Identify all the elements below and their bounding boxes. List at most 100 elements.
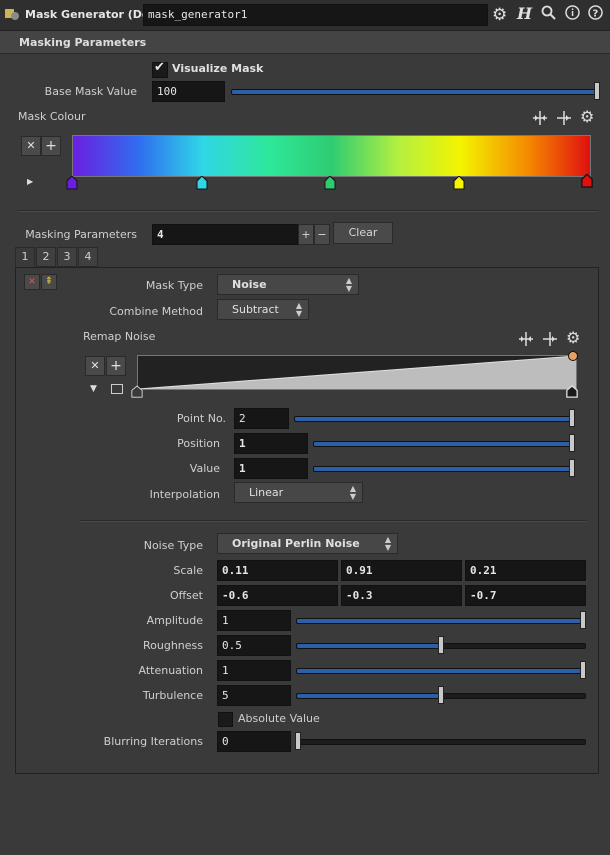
colour-key-marker[interactable] bbox=[453, 176, 465, 190]
frame-all-icon[interactable] bbox=[111, 384, 123, 394]
node-name-field[interactable]: mask_generator1 bbox=[143, 4, 488, 26]
add-key-icon[interactable] bbox=[532, 110, 548, 129]
masking-params-label: Masking Parameters bbox=[25, 228, 137, 241]
scale-z-field[interactable]: 0.21 bbox=[465, 560, 586, 581]
attenuation-field[interactable]: 1 bbox=[217, 660, 291, 681]
attenuation-slider[interactable] bbox=[296, 661, 586, 679]
mask-type-label: Mask Type bbox=[145, 279, 203, 292]
dropdown-arrows-icon: ▲ ▼ bbox=[295, 301, 302, 318]
interpolation-dropdown[interactable]: Linear ▲ ▼ bbox=[234, 482, 363, 503]
value-slider-handle[interactable] bbox=[569, 459, 575, 477]
curve-gear-icon[interactable]: ⚙ bbox=[566, 328, 580, 347]
mask-type-value: Noise bbox=[232, 278, 267, 291]
noise-type-dropdown[interactable]: Original Perlin Noise ▲ ▼ bbox=[217, 533, 398, 554]
blurring-iterations-slider[interactable] bbox=[295, 732, 586, 750]
expand-arrow-icon[interactable]: ▶ bbox=[27, 177, 33, 186]
point-no-slider-handle[interactable] bbox=[569, 409, 575, 427]
position-slider-handle[interactable] bbox=[569, 434, 575, 452]
move-point-icon[interactable] bbox=[542, 331, 558, 350]
section-header[interactable]: Masking Parameters bbox=[0, 31, 610, 54]
value-field[interactable]: 1 bbox=[234, 458, 308, 479]
offset-y-field[interactable]: -0.3 bbox=[341, 585, 462, 606]
add-instance-button[interactable]: + bbox=[298, 224, 314, 245]
curve-point-handle[interactable] bbox=[568, 351, 578, 361]
tab-1[interactable]: 1 bbox=[15, 247, 35, 267]
visualize-mask-checkbox[interactable]: ✔ bbox=[152, 60, 168, 78]
curve-key-marker[interactable] bbox=[566, 385, 578, 399]
tab-3[interactable]: 3 bbox=[57, 247, 77, 267]
attenuation-label: Attenuation bbox=[138, 664, 203, 677]
base-mask-slider-handle[interactable] bbox=[594, 82, 600, 100]
clear-button[interactable]: Clear bbox=[333, 222, 393, 244]
dropdown-arrows-icon: ▲ ▼ bbox=[349, 484, 356, 501]
roughness-slider[interactable] bbox=[296, 636, 586, 654]
roughness-slider-handle[interactable] bbox=[438, 636, 444, 654]
remove-point-button[interactable]: ✕ bbox=[85, 356, 105, 376]
offset-label: Offset bbox=[169, 589, 203, 602]
colour-key-marker[interactable] bbox=[66, 176, 78, 190]
roughness-field[interactable]: 0.5 bbox=[217, 635, 291, 656]
tab-4[interactable]: 4 bbox=[78, 247, 98, 267]
scale-x-field[interactable]: 0.11 bbox=[217, 560, 338, 581]
help-icon[interactable]: ? bbox=[588, 5, 603, 24]
value-label: Value bbox=[189, 462, 220, 475]
remove-key-button[interactable]: ✕ bbox=[21, 136, 41, 156]
colour-key-marker[interactable] bbox=[196, 176, 208, 190]
add-point-icon[interactable] bbox=[518, 331, 534, 350]
add-point-button[interactable]: + bbox=[106, 356, 126, 376]
colour-key-marker[interactable] bbox=[324, 176, 336, 190]
base-mask-label: Base Mask Value bbox=[44, 85, 137, 98]
curve-key-marker[interactable] bbox=[131, 385, 143, 399]
offset-x-field[interactable]: -0.6 bbox=[217, 585, 338, 606]
point-no-slider[interactable] bbox=[294, 409, 575, 427]
position-field[interactable]: 1 bbox=[234, 433, 308, 454]
base-mask-slider[interactable] bbox=[231, 82, 600, 100]
info-icon[interactable] bbox=[565, 5, 580, 24]
scale-y-field[interactable]: 0.91 bbox=[341, 560, 462, 581]
remove-instance-button[interactable]: − bbox=[314, 224, 330, 245]
amplitude-slider-handle[interactable] bbox=[580, 611, 586, 629]
mask-type-dropdown[interactable]: Noise ▲ ▼ bbox=[217, 274, 359, 295]
visualize-mask-label: Visualize Mask bbox=[172, 62, 264, 75]
combine-method-label: Combine Method bbox=[109, 305, 203, 318]
svg-text:?: ? bbox=[593, 9, 599, 20]
turbulence-slider-handle[interactable] bbox=[438, 686, 444, 704]
roughness-slider-fill bbox=[297, 644, 441, 648]
scale-label: Scale bbox=[173, 564, 203, 577]
tab-2[interactable]: 2 bbox=[36, 247, 56, 267]
combine-method-dropdown[interactable]: Subtract ▲ ▼ bbox=[217, 299, 309, 320]
divider bbox=[18, 210, 598, 212]
combine-method-value: Subtract bbox=[232, 303, 279, 316]
masking-params-count[interactable]: 4 bbox=[152, 224, 298, 245]
absolute-value-checkbox[interactable] bbox=[218, 712, 233, 727]
remove-instance-icon-button[interactable]: ✕ bbox=[24, 274, 40, 290]
absolute-value-label: Absolute Value bbox=[238, 712, 320, 725]
value-slider[interactable] bbox=[313, 459, 575, 477]
ramp-gear-icon[interactable]: ⚙ bbox=[580, 107, 594, 126]
move-key-icon[interactable] bbox=[556, 110, 572, 129]
blurring-iterations-slider-handle[interactable] bbox=[295, 732, 301, 750]
attenuation-slider-handle[interactable] bbox=[580, 661, 586, 679]
turbulence-field[interactable]: 5 bbox=[217, 685, 291, 706]
collapse-arrow-icon[interactable]: ▼ bbox=[90, 384, 97, 394]
colour-key-marker[interactable] bbox=[581, 174, 593, 188]
noise-type-label: Noise Type bbox=[143, 539, 203, 552]
help-h-icon[interactable]: H bbox=[517, 4, 532, 23]
insert-instance-icon-button[interactable]: ⇞ bbox=[41, 274, 57, 290]
point-no-label: Point No. bbox=[176, 412, 226, 425]
amplitude-slider[interactable] bbox=[296, 611, 586, 629]
position-slider[interactable] bbox=[313, 434, 575, 452]
gear-icon[interactable]: ⚙ bbox=[492, 5, 507, 25]
point-no-field[interactable]: 2 bbox=[234, 408, 289, 429]
title-bar: Mask Generator (Dev) mask_generator1 ⚙ H… bbox=[0, 0, 610, 31]
remap-curve-editor[interactable] bbox=[137, 355, 577, 390]
colour-ramp[interactable] bbox=[72, 135, 591, 177]
turbulence-slider[interactable] bbox=[296, 686, 586, 704]
node-icon[interactable] bbox=[4, 6, 20, 22]
offset-z-field[interactable]: -0.7 bbox=[465, 585, 586, 606]
amplitude-field[interactable]: 1 bbox=[217, 610, 291, 631]
blurring-iterations-field[interactable]: 0 bbox=[217, 731, 291, 752]
search-icon[interactable] bbox=[541, 5, 556, 24]
base-mask-field[interactable]: 100 bbox=[152, 81, 225, 102]
add-key-button[interactable]: + bbox=[41, 136, 61, 156]
